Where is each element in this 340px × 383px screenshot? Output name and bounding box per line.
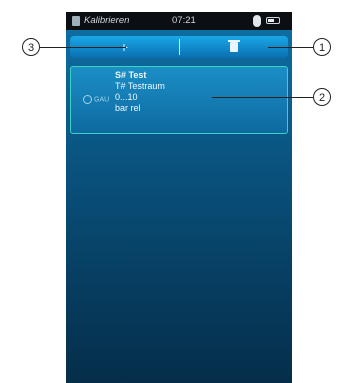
bluetooth-icon — [253, 15, 261, 27]
callout-2: 2 — [313, 88, 331, 106]
gauge-indicator: GAU — [83, 95, 109, 104]
device-screen: Kalibrieren 07:21 + GAU S# Test T# Testr… — [66, 12, 292, 383]
entry-details: S# Test T# Testraum 0...10 bar rel — [115, 70, 165, 114]
status-bar: Kalibrieren 07:21 — [66, 12, 292, 30]
callout-2-leader — [212, 97, 313, 98]
entry-room: T# Testraum — [115, 81, 165, 91]
callout-1: 1 — [313, 38, 331, 56]
gauge-label: GAU — [94, 96, 110, 104]
app-icon — [72, 16, 80, 26]
app-title: Kalibrieren — [84, 15, 130, 26]
battery-icon — [266, 17, 280, 24]
entry-sensor-name: S# Test — [115, 70, 147, 80]
entry-range: 0...10 — [115, 92, 138, 102]
gauge-icon — [83, 95, 92, 104]
sensor-entry[interactable]: GAU S# Test T# Testraum 0...10 bar rel — [70, 66, 288, 134]
trash-icon — [228, 40, 240, 52]
callout-1-leader — [268, 47, 313, 48]
callout-3-leader — [40, 47, 126, 48]
entry-unit: bar rel — [115, 103, 141, 113]
callout-3: 3 — [22, 38, 40, 56]
clock: 07:21 — [172, 15, 196, 26]
